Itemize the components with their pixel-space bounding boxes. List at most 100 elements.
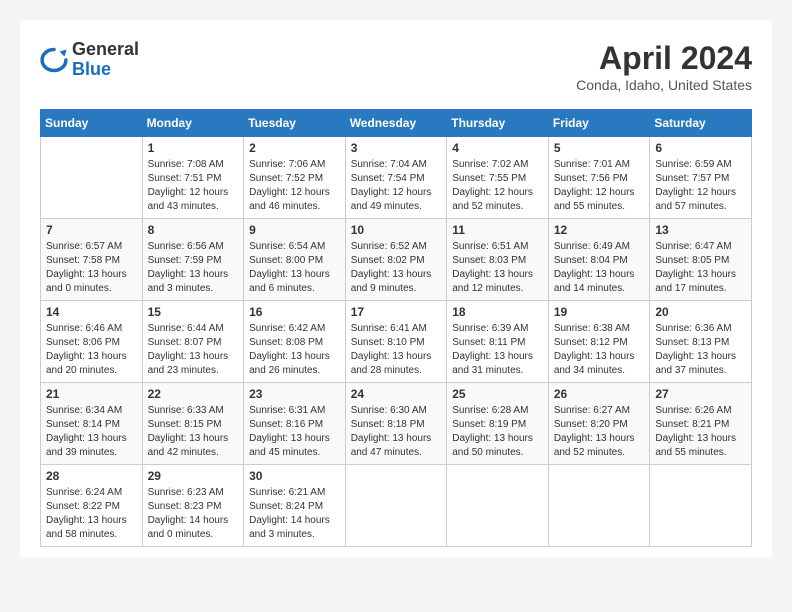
day-number: 24 — [351, 387, 442, 401]
calendar-cell: 15 Sunrise: 6:44 AM Sunset: 8:07 PM Dayli… — [142, 301, 244, 383]
day-number: 10 — [351, 223, 442, 237]
calendar-week-3: 21 Sunrise: 6:34 AM Sunset: 8:14 PM Dayli… — [41, 383, 752, 465]
day-number: 30 — [249, 469, 340, 483]
day-number: 29 — [148, 469, 239, 483]
day-info: Sunrise: 6:34 AM Sunset: 8:14 PM Dayligh… — [46, 404, 137, 460]
calendar-cell — [447, 465, 549, 547]
day-number: 8 — [148, 223, 239, 237]
day-number: 19 — [554, 305, 645, 319]
col-friday: Friday — [548, 110, 650, 137]
day-info: Sunrise: 6:57 AM Sunset: 7:58 PM Dayligh… — [46, 240, 137, 296]
calendar-cell: 24Sunrise: 6:30 AM Sunset: 8:18 PM Dayli… — [345, 383, 447, 465]
calendar-cell: 22Sunrise: 6:33 AM Sunset: 8:15 PM Dayli… — [142, 383, 244, 465]
calendar-cell: 29 Sunrise: 6:23 AM Sunset: 8:23 PM Dayli… — [142, 465, 244, 547]
calendar-cell: 30 Sunrise: 6:21 AM Sunset: 8:24 PM Dayli… — [244, 465, 346, 547]
day-number: 2 — [249, 141, 340, 155]
col-tuesday: Tuesday — [244, 110, 346, 137]
calendar-subtitle: Conda, Idaho, United States — [576, 77, 752, 93]
day-info: Sunrise: 6:44 AM Sunset: 8:07 PM Dayligh… — [148, 322, 239, 378]
day-info: Sunrise: 6:59 AM Sunset: 7:57 PM Dayligh… — [655, 158, 746, 214]
calendar-week-2: 14 Sunrise: 6:46 AM Sunset: 8:06 PM Dayli… — [41, 301, 752, 383]
day-number: 27 — [655, 387, 746, 401]
day-info: Sunrise: 6:41 AM Sunset: 8:10 PM Dayligh… — [351, 322, 442, 378]
day-info: Sunrise: 6:54 AM Sunset: 8:00 PM Dayligh… — [249, 240, 340, 296]
day-number: 18 — [452, 305, 543, 319]
day-info: Sunrise: 6:36 AM Sunset: 8:13 PM Dayligh… — [655, 322, 746, 378]
calendar-cell: 14 Sunrise: 6:46 AM Sunset: 8:06 PM Dayli… — [41, 301, 143, 383]
calendar-cell: 17 Sunrise: 6:41 AM Sunset: 8:10 PM Dayli… — [345, 301, 447, 383]
day-number: 22 — [148, 387, 239, 401]
day-number: 23 — [249, 387, 340, 401]
col-saturday: Saturday — [650, 110, 752, 137]
calendar-cell — [548, 465, 650, 547]
day-info: Sunrise: 6:23 AM Sunset: 8:23 PM Dayligh… — [148, 486, 239, 542]
day-info: Sunrise: 6:28 AM Sunset: 8:19 PM Dayligh… — [452, 404, 543, 460]
calendar-cell: 25Sunrise: 6:28 AM Sunset: 8:19 PM Dayli… — [447, 383, 549, 465]
day-number: 28 — [46, 469, 137, 483]
day-number: 1 — [148, 141, 239, 155]
day-info: Sunrise: 6:21 AM Sunset: 8:24 PM Dayligh… — [249, 486, 340, 542]
day-number: 14 — [46, 305, 137, 319]
calendar-cell: 19 Sunrise: 6:38 AM Sunset: 8:12 PM Dayli… — [548, 301, 650, 383]
title-block: April 2024 Conda, Idaho, United States — [576, 40, 752, 93]
day-info: Sunrise: 7:06 AM Sunset: 7:52 PM Dayligh… — [249, 158, 340, 214]
logo: General Blue — [40, 40, 139, 80]
calendar-cell: 1 Sunrise: 7:08 AM Sunset: 7:51 PM Daylig… — [142, 137, 244, 219]
logo-text: General Blue — [72, 40, 139, 80]
day-info: Sunrise: 6:49 AM Sunset: 8:04 PM Dayligh… — [554, 240, 645, 296]
calendar-cell — [41, 137, 143, 219]
logo-blue: Blue — [72, 60, 139, 80]
calendar-cell: 5 Sunrise: 7:01 AM Sunset: 7:56 PM Daylig… — [548, 137, 650, 219]
calendar-cell: 23Sunrise: 6:31 AM Sunset: 8:16 PM Dayli… — [244, 383, 346, 465]
day-number: 4 — [452, 141, 543, 155]
calendar-cell: 21 Sunrise: 6:34 AM Sunset: 8:14 PM Dayli… — [41, 383, 143, 465]
day-number: 11 — [452, 223, 543, 237]
calendar-cell: 16Sunrise: 6:42 AM Sunset: 8:08 PM Dayli… — [244, 301, 346, 383]
calendar-cell: 9 Sunrise: 6:54 AM Sunset: 8:00 PM Daylig… — [244, 219, 346, 301]
day-number: 17 — [351, 305, 442, 319]
day-number: 21 — [46, 387, 137, 401]
day-info: Sunrise: 6:26 AM Sunset: 8:21 PM Dayligh… — [655, 404, 746, 460]
col-thursday: Thursday — [447, 110, 549, 137]
calendar-cell: 10 Sunrise: 6:52 AM Sunset: 8:02 PM Dayli… — [345, 219, 447, 301]
calendar-cell: 11 Sunrise: 6:51 AM Sunset: 8:03 PM Dayli… — [447, 219, 549, 301]
page-header: General Blue April 2024 Conda, Idaho, Un… — [40, 40, 752, 93]
calendar-table: Sunday Monday Tuesday Wednesday Thursday… — [40, 109, 752, 547]
calendar-cell: 3Sunrise: 7:04 AM Sunset: 7:54 PM Daylig… — [345, 137, 447, 219]
calendar-cell — [650, 465, 752, 547]
calendar-cell: 26Sunrise: 6:27 AM Sunset: 8:20 PM Dayli… — [548, 383, 650, 465]
day-info: Sunrise: 6:46 AM Sunset: 8:06 PM Dayligh… — [46, 322, 137, 378]
day-number: 15 — [148, 305, 239, 319]
day-info: Sunrise: 7:02 AM Sunset: 7:55 PM Dayligh… — [452, 158, 543, 214]
day-number: 9 — [249, 223, 340, 237]
day-info: Sunrise: 7:04 AM Sunset: 7:54 PM Dayligh… — [351, 158, 442, 214]
calendar-cell: 13 Sunrise: 6:47 AM Sunset: 8:05 PM Dayli… — [650, 219, 752, 301]
calendar-cell: 12 Sunrise: 6:49 AM Sunset: 8:04 PM Dayli… — [548, 219, 650, 301]
day-number: 20 — [655, 305, 746, 319]
day-number: 26 — [554, 387, 645, 401]
calendar-cell: 2 Sunrise: 7:06 AM Sunset: 7:52 PM Daylig… — [244, 137, 346, 219]
calendar-cell: 28Sunrise: 6:24 AM Sunset: 8:22 PM Dayli… — [41, 465, 143, 547]
col-sunday: Sunday — [41, 110, 143, 137]
calendar-week-4: 28Sunrise: 6:24 AM Sunset: 8:22 PM Dayli… — [41, 465, 752, 547]
day-number: 6 — [655, 141, 746, 155]
day-number: 12 — [554, 223, 645, 237]
day-info: Sunrise: 7:08 AM Sunset: 7:51 PM Dayligh… — [148, 158, 239, 214]
day-info: Sunrise: 6:52 AM Sunset: 8:02 PM Dayligh… — [351, 240, 442, 296]
day-info: Sunrise: 6:51 AM Sunset: 8:03 PM Dayligh… — [452, 240, 543, 296]
day-number: 16 — [249, 305, 340, 319]
day-number: 5 — [554, 141, 645, 155]
calendar-week-0: 1 Sunrise: 7:08 AM Sunset: 7:51 PM Daylig… — [41, 137, 752, 219]
calendar-cell: 27 Sunrise: 6:26 AM Sunset: 8:21 PM Dayli… — [650, 383, 752, 465]
col-monday: Monday — [142, 110, 244, 137]
day-number: 7 — [46, 223, 137, 237]
calendar-cell: 18 Sunrise: 6:39 AM Sunset: 8:11 PM Dayli… — [447, 301, 549, 383]
day-info: Sunrise: 6:39 AM Sunset: 8:11 PM Dayligh… — [452, 322, 543, 378]
day-info: Sunrise: 7:01 AM Sunset: 7:56 PM Dayligh… — [554, 158, 645, 214]
day-number: 13 — [655, 223, 746, 237]
header-row: Sunday Monday Tuesday Wednesday Thursday… — [41, 110, 752, 137]
calendar-page: General Blue April 2024 Conda, Idaho, Un… — [20, 20, 772, 557]
day-info: Sunrise: 6:47 AM Sunset: 8:05 PM Dayligh… — [655, 240, 746, 296]
day-info: Sunrise: 6:38 AM Sunset: 8:12 PM Dayligh… — [554, 322, 645, 378]
calendar-title: April 2024 — [576, 40, 752, 77]
